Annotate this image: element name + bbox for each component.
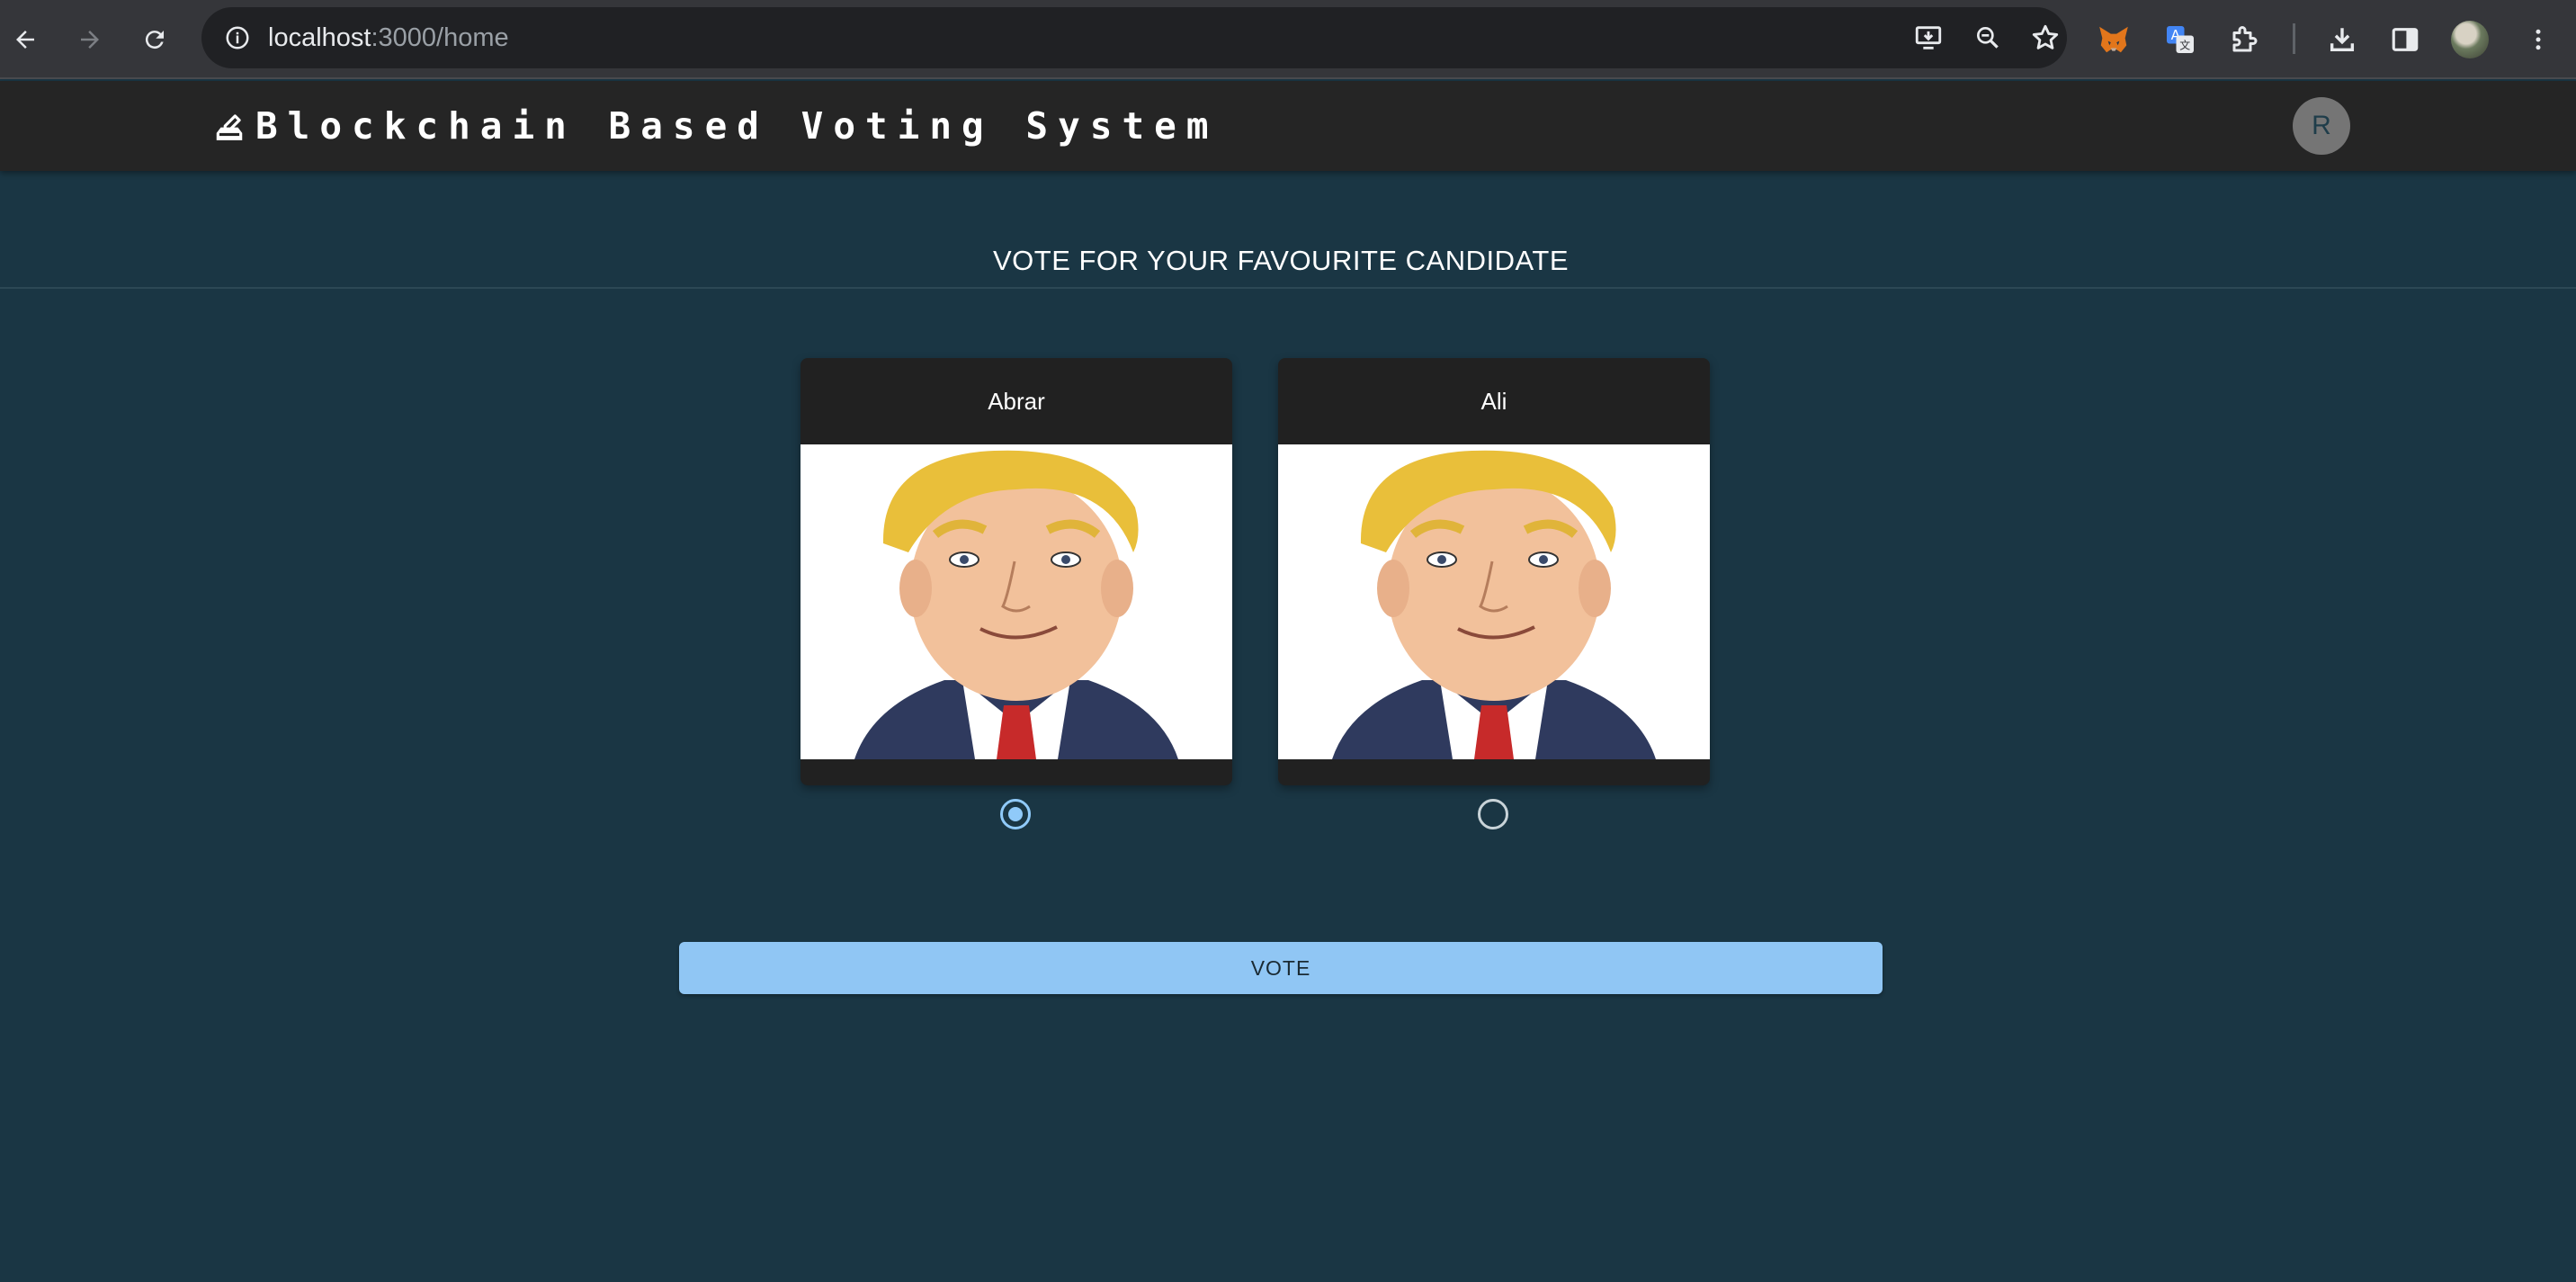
kebab-menu-icon[interactable] (2517, 18, 2560, 61)
download-icon[interactable] (2321, 18, 2364, 61)
candidate-radio-ali[interactable] (1478, 799, 1508, 829)
divider (0, 287, 2576, 289)
browser-toolbar: localhost:3000/home A文 (0, 0, 2576, 79)
candidate-card[interactable]: Abrar (801, 358, 1232, 785)
url-path: :3000/home (371, 23, 509, 52)
back-arrow-icon[interactable] (5, 20, 45, 59)
page-title: VOTE FOR YOUR FAVOURITE CANDIDATE (992, 245, 1569, 276)
url-text[interactable]: localhost:3000/home (268, 7, 509, 68)
profile-avatar-icon[interactable] (2448, 18, 2491, 61)
candidate-name: Ali (1480, 388, 1507, 415)
app-title: Blockchain Based Voting System (255, 104, 1219, 148)
translate-icon[interactable]: A文 (2159, 18, 2202, 61)
app-header: Blockchain Based Voting System R (0, 81, 2576, 171)
metamask-fox-icon[interactable] (2092, 18, 2135, 61)
brand[interactable]: Blockchain Based Voting System (212, 81, 1219, 171)
side-panel-icon[interactable] (2384, 18, 2427, 61)
vote-button[interactable]: VOTE (679, 942, 1883, 994)
ballot-box-icon (216, 114, 243, 140)
candidate-card[interactable]: Ali (1278, 358, 1710, 785)
site-info-icon[interactable] (218, 18, 257, 58)
extensions-puzzle-icon[interactable] (2223, 18, 2267, 61)
svg-text:文: 文 (2179, 39, 2190, 52)
candidate-radio-abrar[interactable] (1000, 799, 1031, 829)
bookmark-star-icon[interactable] (2026, 18, 2065, 58)
install-app-icon[interactable] (1909, 18, 1948, 58)
candidate-photo (1278, 444, 1710, 759)
address-bar[interactable]: localhost:3000/home (201, 7, 2067, 68)
zoom-icon[interactable] (1968, 18, 2008, 58)
candidate-photo (801, 444, 1232, 759)
url-host: localhost (268, 23, 371, 52)
forward-arrow-icon[interactable] (70, 20, 110, 59)
toolbar-separator (2293, 23, 2295, 54)
reload-icon[interactable] (135, 20, 174, 59)
user-avatar[interactable]: R (2293, 97, 2350, 155)
candidate-name: Abrar (988, 388, 1045, 415)
